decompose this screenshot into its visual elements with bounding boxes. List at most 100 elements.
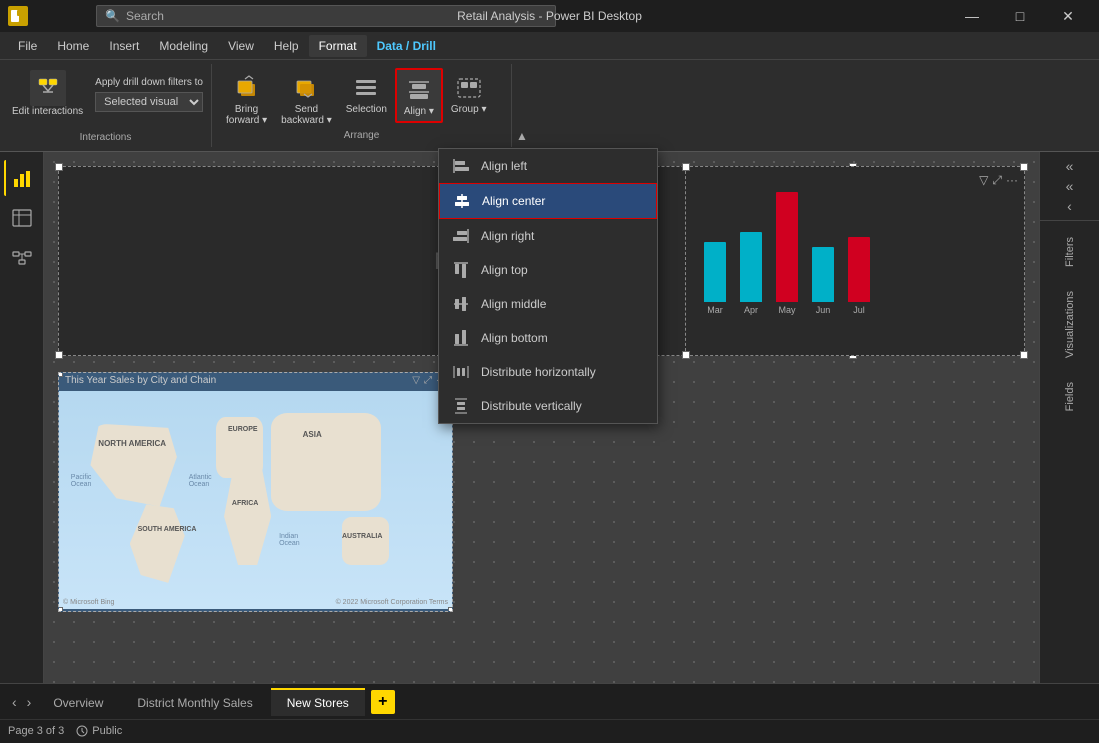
bring-forward-icon [231,72,263,104]
close-button[interactable]: ✕ [1045,0,1091,32]
menu-data-drill[interactable]: Data / Drill [367,35,446,57]
bar-jun-bar [812,247,834,302]
map-panel[interactable]: This Year Sales by City and Chain ▽ ⤢ ··… [58,372,453,612]
bar-chart-panel[interactable]: ▽ ⤢ ··· Mar Apr May [685,166,1025,356]
expand-icon[interactable]: ⤢ [992,173,1002,188]
tab-next-button[interactable]: › [23,692,36,712]
align-left-icon [451,156,471,176]
more-icon[interactable]: ··· [1006,173,1018,188]
group-button[interactable]: Group ▾ [445,68,493,119]
status-bar: Page 3 of 3 Public [0,719,1099,741]
tab-overview[interactable]: Overview [37,688,119,716]
map-filter-icon[interactable]: ▽ [412,375,420,386]
australia-continent [342,517,389,565]
sidebar-model-icon[interactable] [4,240,40,276]
tab-visualizations[interactable]: Visualizations [1060,283,1080,366]
tab-district-monthly-sales[interactable]: District Monthly Sales [121,688,268,716]
north-america-continent [90,424,176,507]
map-handle-br[interactable] [448,607,453,612]
align-center-item[interactable]: Align center [439,183,657,219]
bar-handle-tl[interactable] [682,163,690,171]
bar-mar-bar [704,242,726,302]
align-middle-item[interactable]: Align middle [439,287,657,321]
handle-tl[interactable] [55,163,63,171]
tab-bar: ‹ › Overview District Monthly Sales New … [0,683,1099,719]
edit-interactions-button[interactable]: Edit interactions [8,68,87,120]
minimize-button[interactable]: — [949,0,995,32]
left-sidebar [0,152,44,683]
maximize-button[interactable]: □ [997,0,1043,32]
distribute-h-icon [451,362,471,382]
edit-interactions-icon [30,70,66,106]
window-controls: — □ ✕ [949,0,1091,32]
search-placeholder: Search [126,9,164,23]
align-right-item[interactable]: Align right [439,219,657,253]
tab-prev-button[interactable]: ‹ [8,692,21,712]
bar-apr-label: Apr [744,305,758,315]
add-tab-button[interactable]: + [371,690,395,714]
send-backward-button[interactable]: Send backward ▾ [275,68,338,130]
menu-format[interactable]: Format [309,35,367,57]
bar-handle-tr[interactable] [1020,163,1028,171]
menu-file[interactable]: File [8,35,47,57]
bar-mar-label: Mar [707,305,723,315]
map-handle-bl[interactable] [58,607,63,612]
visual-select-dropdown[interactable]: Selected visual [95,92,203,112]
tab-new-stores[interactable]: New Stores [271,688,365,716]
ribbon-collapse-arrow[interactable]: ▲ [516,129,528,143]
menu-modeling[interactable]: Modeling [149,35,218,57]
tab-filters[interactable]: Filters [1060,229,1080,275]
map-handle-tl[interactable] [58,372,63,377]
collapse-single[interactable]: ‹ [1067,198,1072,214]
africa-continent [224,467,271,565]
bar-handle-br[interactable] [1020,351,1028,359]
bar-jul: Jul [848,237,870,315]
handle-bl[interactable] [55,351,63,359]
bring-forward-label: Bring [235,104,258,115]
distribute-v-icon [451,396,471,416]
align-top-item[interactable]: Align top [439,253,657,287]
au-label: AUSTRALIA [342,533,382,540]
distribute-h-item[interactable]: Distribute horizontally [439,355,657,389]
bring-forward-button[interactable]: Bring forward ▾ [220,68,273,130]
align-middle-icon [451,294,471,314]
align-label: Align ▾ [404,106,434,117]
bar-jul-bar [848,237,870,302]
menu-insert[interactable]: Insert [99,35,149,57]
align-left-item[interactable]: Align left [439,149,657,183]
tab-fields[interactable]: Fields [1060,374,1080,419]
ribbon: Edit interactions Apply drill down filte… [0,60,1099,152]
align-bottom-item[interactable]: Align bottom [439,321,657,355]
distribute-v-item[interactable]: Distribute vertically [439,389,657,423]
indian-label: IndianOcean [279,533,300,547]
align-center-label: Align center [482,194,545,208]
align-button[interactable]: Align ▾ [395,68,443,123]
ribbon-collapse[interactable]: ▲ [512,64,532,147]
menu-view[interactable]: View [218,35,264,57]
eu-label: EUROPE [228,426,258,433]
bar-chart-bars: Mar Apr May Jun Jul [694,185,1016,315]
menu-help[interactable]: Help [264,35,309,57]
apply-filters-group: Apply drill down filters to Selected vis… [95,77,203,112]
map-panel-header: This Year Sales by City and Chain ▽ ⤢ ··… [65,375,446,386]
panel-toolbar: ▽ ⤢ ··· [979,173,1018,188]
filter-icon[interactable]: ▽ [979,173,988,188]
collapse-all-left[interactable]: « [1066,158,1074,174]
sidebar-table-icon[interactable] [4,200,40,236]
collapse-panel-left[interactable]: « [1066,178,1074,194]
align-left-label: Align left [481,159,527,173]
map-expand-icon[interactable]: ⤢ [424,375,432,386]
bar-handle-bl[interactable] [682,351,690,359]
bar-may: May [776,192,798,315]
bar-may-bar [776,192,798,302]
align-bottom-label: Align bottom [481,331,548,345]
align-middle-label: Align middle [481,297,546,311]
ribbon-interactions-section: Edit interactions Apply drill down filte… [0,64,212,147]
selection-button[interactable]: Selection [340,68,393,119]
as-label: ASIA [303,430,322,439]
group-icon [453,72,485,104]
bing-logo: © Microsoft Bing [63,599,114,606]
menu-home[interactable]: Home [47,35,99,57]
menu-bar: File Home Insert Modeling View Help Form… [0,32,1099,60]
sidebar-bar-chart-icon[interactable] [4,160,40,196]
